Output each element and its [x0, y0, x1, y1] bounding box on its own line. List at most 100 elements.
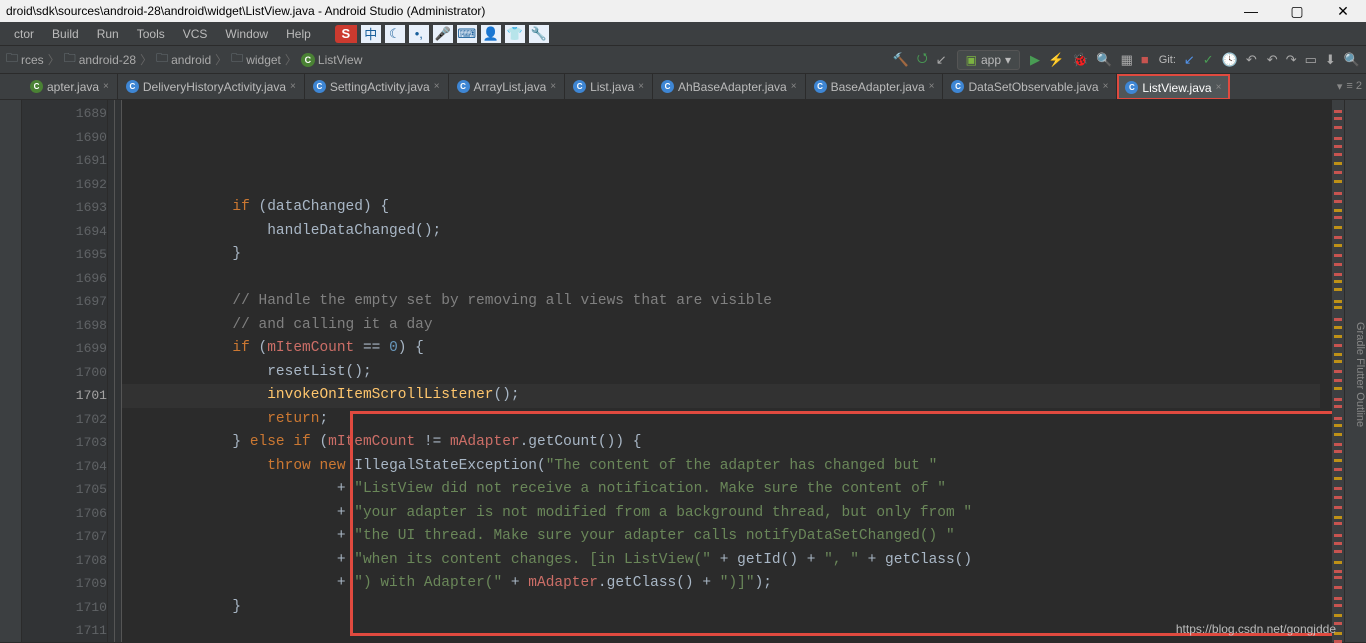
editor-tab[interactable]: CArrayList.java×	[449, 74, 566, 100]
avd-icon[interactable]: ▭	[1305, 52, 1317, 68]
fold-gutter[interactable]	[108, 100, 122, 642]
git-history-icon[interactable]: 🕓	[1222, 52, 1238, 68]
ime-icon-6[interactable]: 👕	[505, 25, 525, 43]
error-mark[interactable]	[1334, 244, 1342, 247]
attach-icon[interactable]: ▦	[1121, 52, 1133, 68]
tab-close-icon[interactable]: ×	[929, 81, 935, 92]
error-mark[interactable]	[1334, 576, 1342, 579]
tab-close-icon[interactable]: ×	[550, 81, 556, 92]
error-mark[interactable]	[1334, 254, 1342, 257]
error-mark[interactable]	[1334, 534, 1342, 537]
tab-close-icon[interactable]: ×	[103, 81, 109, 92]
menu-window[interactable]: Window	[217, 25, 276, 43]
maximize-button[interactable]: ▢	[1274, 0, 1320, 22]
error-mark[interactable]	[1334, 570, 1342, 573]
error-mark[interactable]	[1334, 126, 1342, 129]
error-mark[interactable]	[1334, 335, 1342, 338]
error-mark[interactable]	[1334, 522, 1342, 525]
editor-tab[interactable]: CDeliveryHistoryActivity.java×	[118, 74, 305, 100]
ime-icon-3[interactable]: 🎤	[433, 25, 453, 43]
breadcrumb-item[interactable]: 🗀widget	[231, 49, 281, 70]
error-mark[interactable]	[1334, 487, 1342, 490]
ime-icon-7[interactable]: 🔧	[529, 25, 549, 43]
editor-tab[interactable]: CAhBaseAdapter.java×	[653, 74, 806, 100]
error-mark[interactable]	[1334, 353, 1342, 356]
error-mark[interactable]	[1334, 424, 1342, 427]
minimize-button[interactable]: —	[1228, 0, 1274, 22]
ime-icon-0[interactable]: 中	[361, 25, 381, 43]
ime-icon-4[interactable]: ⌨	[457, 25, 477, 43]
error-mark[interactable]	[1334, 614, 1342, 617]
breadcrumb-item[interactable]: 🗀rces	[6, 49, 44, 70]
editor-tab[interactable]: CList.java×	[565, 74, 653, 100]
error-mark[interactable]	[1334, 550, 1342, 553]
error-mark[interactable]	[1334, 273, 1342, 276]
error-mark[interactable]	[1334, 417, 1342, 420]
left-tool-rail[interactable]	[0, 100, 22, 642]
error-mark[interactable]	[1334, 288, 1342, 291]
right-tool-rail[interactable]: Gradle Flutter Outline	[1344, 100, 1366, 642]
error-mark[interactable]	[1334, 450, 1342, 453]
error-mark[interactable]	[1334, 496, 1342, 499]
close-button[interactable]: ✕	[1320, 0, 1366, 22]
editor-tab[interactable]: CDataSetObservable.java×	[943, 74, 1117, 100]
error-mark[interactable]	[1334, 171, 1342, 174]
error-mark[interactable]	[1334, 405, 1342, 408]
run-icon[interactable]: ▶	[1030, 52, 1040, 68]
build-icon[interactable]: 🔨	[893, 52, 909, 68]
error-mark[interactable]	[1334, 236, 1342, 239]
error-mark[interactable]	[1334, 379, 1342, 382]
menu-vcs[interactable]: VCS	[175, 25, 216, 43]
error-mark[interactable]	[1334, 145, 1342, 148]
breadcrumb-item[interactable]: 🗀android	[156, 49, 211, 70]
error-mark[interactable]	[1334, 604, 1342, 607]
error-mark[interactable]	[1334, 280, 1342, 283]
back-icon[interactable]: ↶	[1267, 52, 1278, 68]
error-mark[interactable]	[1334, 459, 1342, 462]
ime-icon-1[interactable]: ☾	[385, 25, 405, 43]
stop-icon[interactable]: ■	[1141, 52, 1149, 67]
error-mark[interactable]	[1334, 433, 1342, 436]
error-mark[interactable]	[1334, 318, 1342, 321]
git-commit-icon[interactable]: ✓	[1203, 52, 1214, 68]
debug-icon[interactable]: 🐞	[1072, 52, 1088, 68]
error-mark[interactable]	[1334, 110, 1342, 113]
error-mark[interactable]	[1334, 443, 1342, 446]
error-mark[interactable]	[1334, 516, 1342, 519]
error-mark[interactable]	[1334, 162, 1342, 165]
error-mark[interactable]	[1334, 360, 1342, 363]
menu-build[interactable]: Build	[44, 25, 87, 43]
error-mark[interactable]	[1334, 137, 1342, 140]
error-mark[interactable]	[1334, 561, 1342, 564]
editor-tab[interactable]: CSettingActivity.java×	[305, 74, 449, 100]
tab-close-icon[interactable]: ×	[1103, 81, 1109, 92]
error-mark[interactable]	[1334, 586, 1342, 589]
error-mark[interactable]	[1334, 117, 1342, 120]
ime-icon-5[interactable]: 👤	[481, 25, 501, 43]
error-mark[interactable]	[1334, 370, 1342, 373]
editor-tab[interactable]: CBaseAdapter.java×	[806, 74, 944, 100]
tab-close-icon[interactable]: ×	[638, 81, 644, 92]
ime-logo-icon[interactable]: S	[335, 25, 357, 43]
menu-help[interactable]: Help	[278, 25, 319, 43]
error-stripe[interactable]	[1332, 100, 1344, 642]
error-mark[interactable]	[1334, 200, 1342, 203]
error-mark[interactable]	[1334, 153, 1342, 156]
error-mark[interactable]	[1334, 326, 1342, 329]
breadcrumb-item[interactable]: 🗀android-28	[64, 49, 136, 70]
git-update-icon[interactable]: ↙	[1184, 52, 1195, 68]
tabs-dropdown-icon[interactable]: ▾	[1337, 80, 1343, 93]
error-mark[interactable]	[1334, 306, 1342, 309]
error-mark[interactable]	[1334, 180, 1342, 183]
forward-icon[interactable]: ↷	[1286, 52, 1297, 68]
git-revert-icon[interactable]: ↶	[1246, 52, 1257, 68]
menu-tools[interactable]: Tools	[129, 25, 173, 43]
error-mark[interactable]	[1334, 300, 1342, 303]
error-mark[interactable]	[1334, 398, 1342, 401]
ime-icon-2[interactable]: •,	[409, 25, 429, 43]
error-mark[interactable]	[1334, 216, 1342, 219]
error-mark[interactable]	[1334, 468, 1342, 471]
run-config-selector[interactable]: ▣ app ▾	[957, 50, 1020, 70]
error-mark[interactable]	[1334, 506, 1342, 509]
error-mark[interactable]	[1334, 192, 1342, 195]
